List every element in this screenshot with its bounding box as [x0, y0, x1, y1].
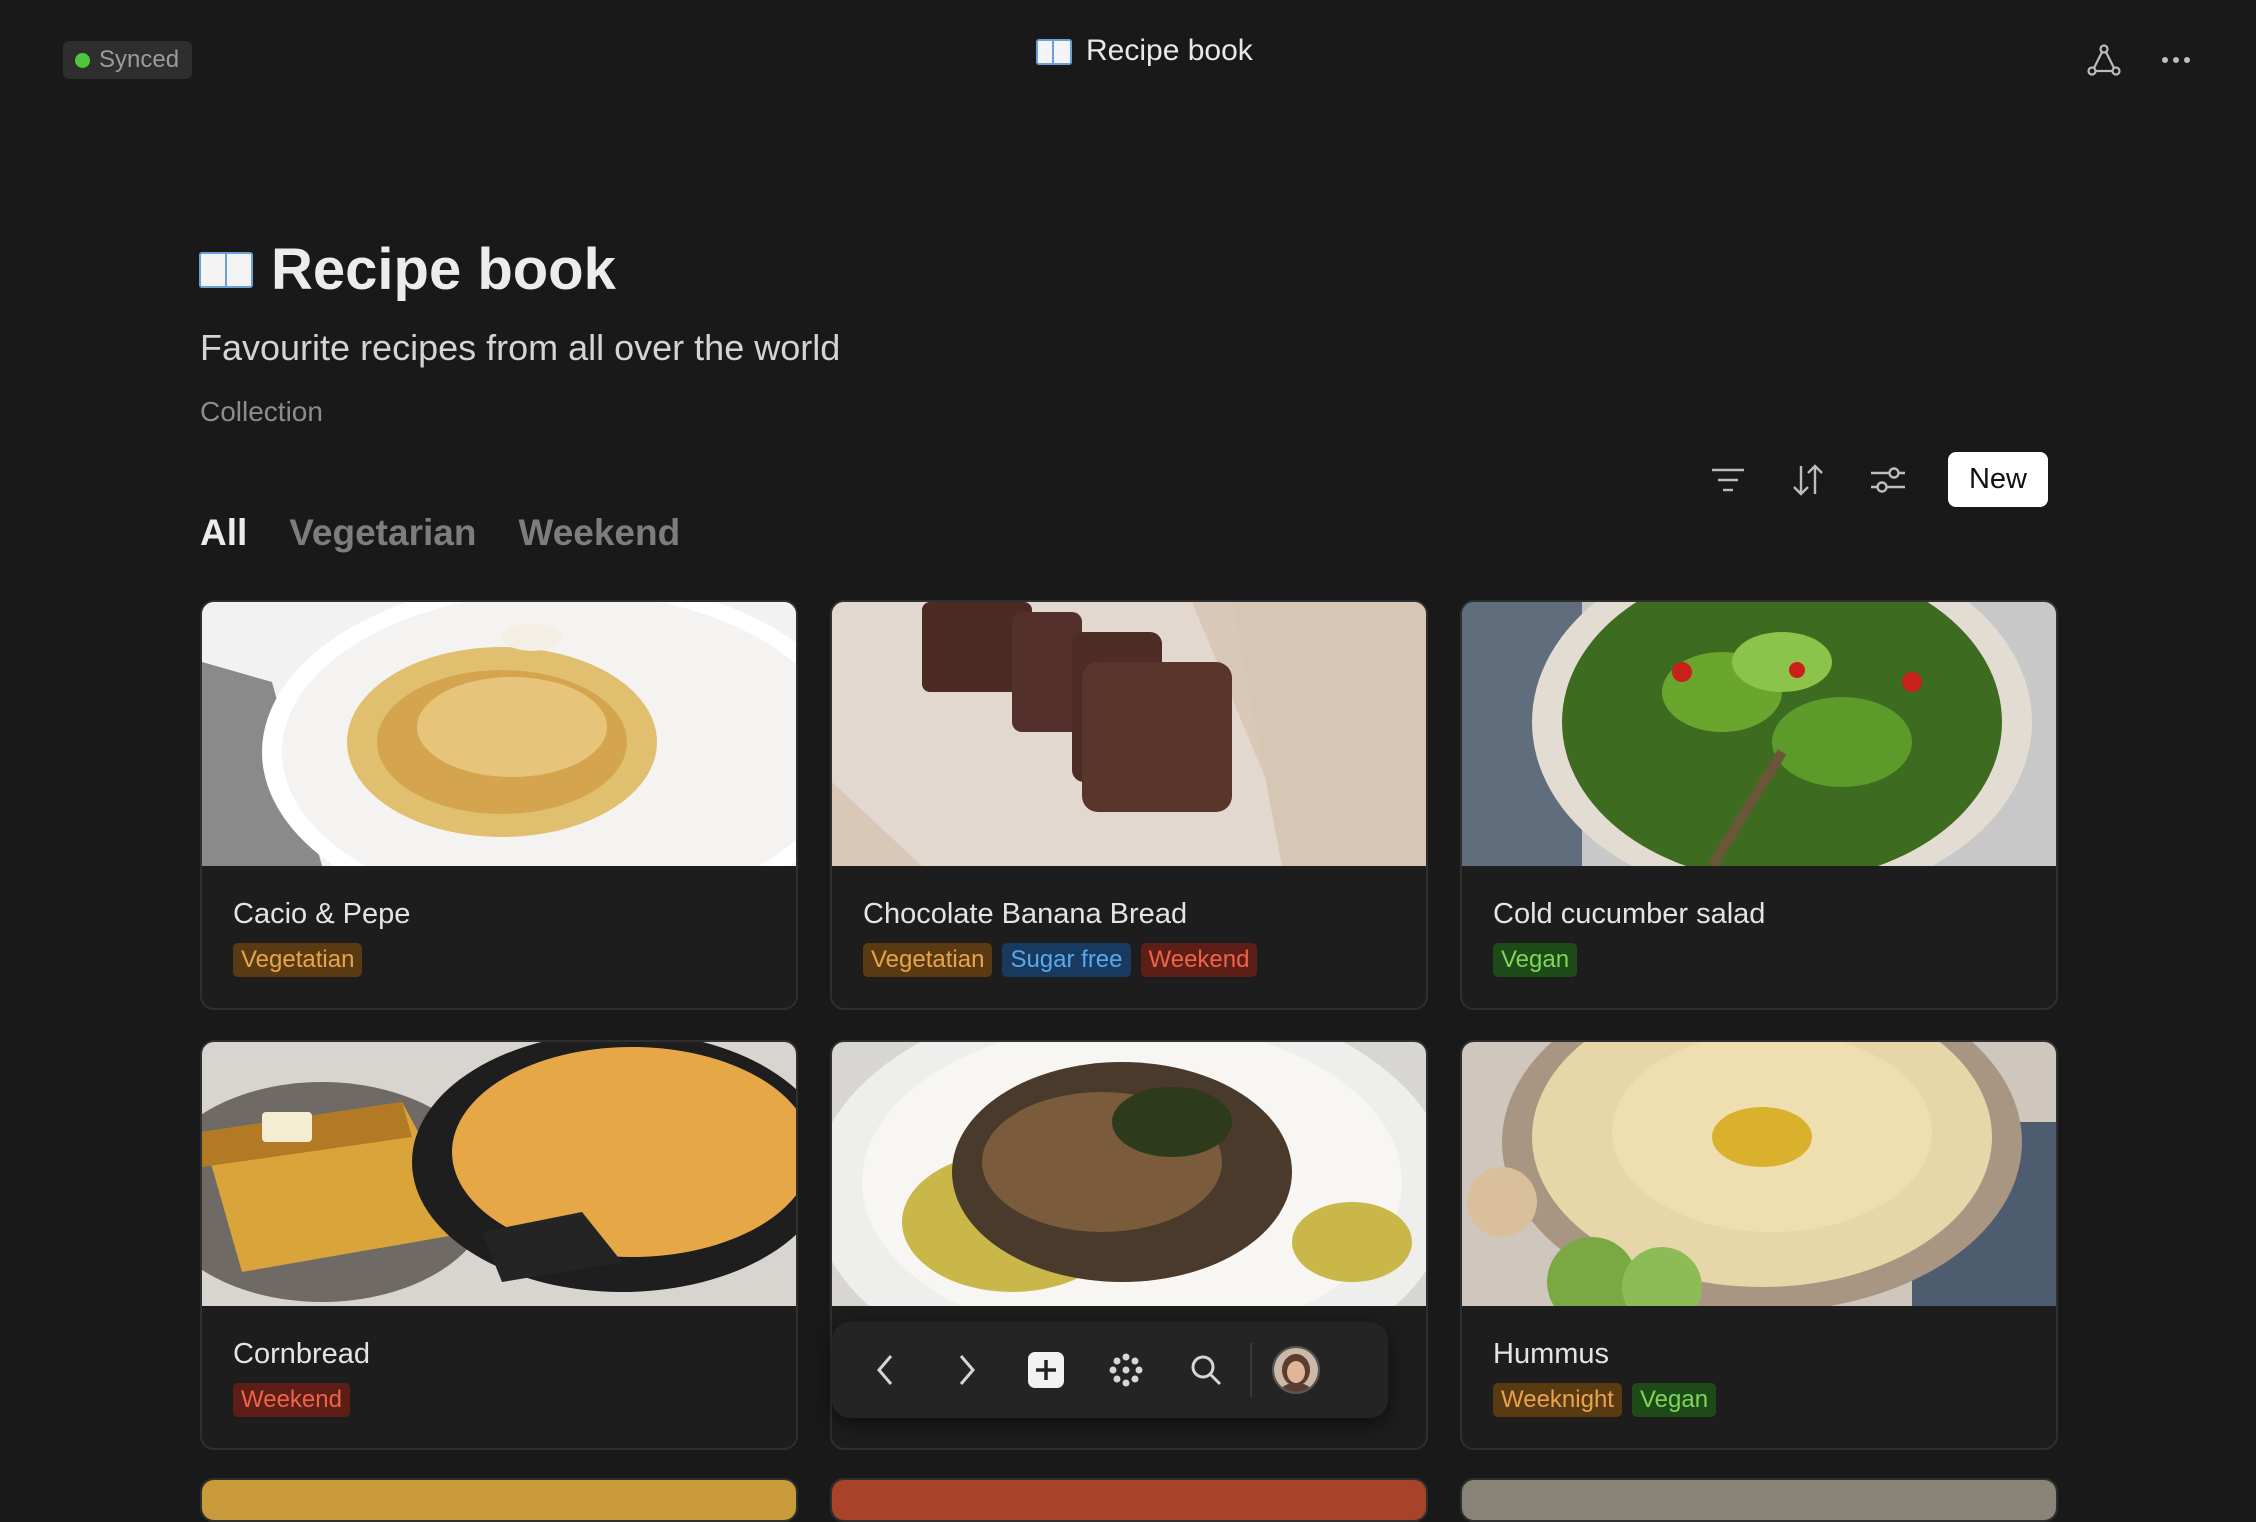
eggplant-photo: [832, 1042, 1426, 1306]
back-icon[interactable]: [846, 1322, 926, 1418]
page-subtitle: Favourite recipes from all over the worl…: [200, 327, 841, 368]
recipe-name: Cornbread: [233, 1338, 371, 1370]
recipe-name: Chocolate Banana Bread: [863, 898, 1188, 930]
window-title-label: Recipe book: [1086, 34, 1253, 67]
tag-vegetarian: Vegetatian: [233, 943, 363, 977]
recipe-card-cacio-pepe[interactable]: Cacio & Pepe Vegetatian: [200, 600, 798, 1010]
recipe-card-partial[interactable]: [1460, 1478, 2058, 1522]
recipe-card-chocolate-banana-bread[interactable]: Chocolate Banana Bread Vegetatian Sugar …: [830, 600, 1428, 1010]
recipe-card-cold-cucumber-salad[interactable]: Cold cucumber salad Vegan: [1460, 600, 2058, 1010]
tag-list: Weeknight Vegan: [1493, 1383, 1717, 1417]
tag-list: Vegan: [1493, 943, 1578, 977]
share-network-icon[interactable]: [2082, 38, 2126, 82]
cucumber-salad-photo: [1462, 602, 2056, 866]
sync-status-label: Synced: [99, 46, 180, 73]
tag-weekend: Weekend: [1140, 943, 1258, 977]
hummus-photo: [1462, 1042, 2056, 1306]
recipe-name: Cacio & Pepe: [233, 898, 411, 930]
tab-all[interactable]: All: [200, 512, 247, 554]
profile-avatar[interactable]: [1256, 1322, 1336, 1418]
recipe-name: Hummus: [1493, 1338, 1610, 1370]
search-icon[interactable]: [1166, 1322, 1246, 1418]
tag-list: Vegetatian: [233, 943, 363, 977]
page-title-label: Recipe book: [271, 237, 616, 302]
tag-weeknight: Weeknight: [1493, 1383, 1622, 1417]
tab-vegetarian[interactable]: Vegetarian: [289, 512, 476, 554]
tag-vegan: Vegan: [1493, 943, 1578, 977]
synced-dot-icon: [75, 52, 90, 68]
recipe-card-cornbread[interactable]: Cornbread Weekend: [200, 1040, 798, 1450]
forward-icon[interactable]: [926, 1322, 1006, 1418]
recipe-card-partial[interactable]: [830, 1478, 1428, 1522]
cornbread-photo: [202, 1042, 796, 1306]
tag-sugar-free: Sugar free: [1002, 943, 1131, 977]
tag-list: Weekend: [233, 1383, 350, 1417]
pasta-photo: [202, 602, 796, 866]
tag-vegan: Vegan: [1631, 1383, 1717, 1417]
tag-list: Vegetatian Sugar free Weekend: [863, 943, 1258, 977]
collection-label: Collection: [200, 396, 323, 427]
more-horizontal-icon[interactable]: [2154, 38, 2198, 82]
avatar: [1272, 1346, 1320, 1394]
banana-bread-photo: [832, 602, 1426, 866]
floating-navigation-bar: [832, 1322, 1388, 1418]
sort-icon[interactable]: [1786, 458, 1830, 502]
apps-icon[interactable]: [1086, 1322, 1166, 1418]
sync-status-badge: Synced: [63, 41, 193, 79]
filter-icon[interactable]: [1706, 458, 1750, 502]
page-title: Recipe book: [199, 236, 616, 303]
recipe-name: Cold cucumber salad: [1493, 898, 1766, 930]
open-book-icon: [199, 250, 253, 290]
view-tabs: All Vegetarian Weekend: [200, 512, 680, 554]
sliders-icon[interactable]: [1866, 458, 1910, 502]
new-button[interactable]: New: [1948, 452, 2048, 507]
tag-weekend: Weekend: [233, 1383, 350, 1417]
open-book-icon: [1036, 37, 1072, 65]
add-icon[interactable]: [1006, 1322, 1086, 1418]
top-bar: Synced Recipe book: [0, 0, 2256, 120]
tab-weekend[interactable]: Weekend: [518, 512, 680, 554]
recipe-card-partial[interactable]: [200, 1478, 798, 1522]
tag-vegetarian: Vegetatian: [863, 943, 993, 977]
recipe-card-hummus[interactable]: Hummus Weeknight Vegan: [1460, 1040, 2058, 1450]
window-title: Recipe book: [1036, 28, 1253, 74]
toolbar-divider: [1250, 1343, 1252, 1397]
